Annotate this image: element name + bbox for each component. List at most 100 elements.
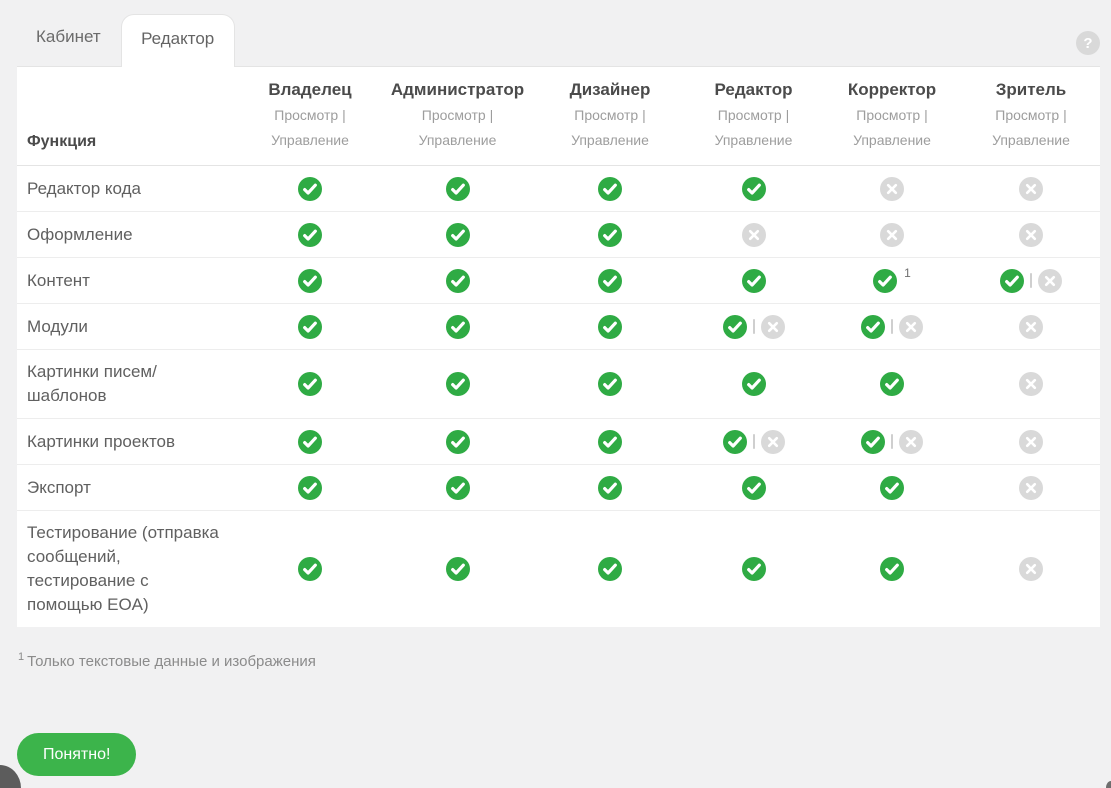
table-row: Картинки проектов xyxy=(17,419,1100,465)
cross-icon xyxy=(899,429,923,454)
table-row: Редактор кода xyxy=(17,166,1100,212)
table-header-row: Функция Владелец Просмотр | Управление А… xyxy=(17,67,1100,166)
check-icon xyxy=(741,475,766,500)
table-body: Редактор кода Оформление Контент 1 Модули Кар… xyxy=(17,166,1100,627)
separator-pipe xyxy=(752,434,755,449)
permission-cell xyxy=(240,314,380,339)
permission-cell xyxy=(685,268,822,293)
cross-icon xyxy=(1019,176,1043,201)
cross-icon xyxy=(741,222,766,247)
role-subtitle: Просмотр | Управление xyxy=(418,106,497,148)
permission-cell xyxy=(822,475,962,500)
permission-cell xyxy=(962,176,1100,201)
permission-cell xyxy=(962,557,1100,581)
check-icon xyxy=(445,176,470,201)
permission-cell xyxy=(685,372,822,396)
permission-cell xyxy=(962,429,1100,454)
separator-pipe xyxy=(891,434,893,449)
permission-cell xyxy=(380,222,535,247)
check-icon xyxy=(741,268,766,293)
permission-cell xyxy=(240,268,380,293)
permission-cell xyxy=(240,429,380,454)
check-icon xyxy=(598,222,622,247)
permission-cell xyxy=(822,222,962,247)
role-subtitle: Просмотр | Управление xyxy=(571,106,649,148)
role-name: Зритель xyxy=(995,79,1067,99)
background-corner-shape-right xyxy=(1106,781,1111,788)
permission-cell xyxy=(535,222,685,247)
got-it-button[interactable]: Понятно! xyxy=(17,733,137,776)
permission-cell: 1 xyxy=(822,266,962,293)
row-label: Картинки проектов xyxy=(27,431,176,451)
permission-cell xyxy=(380,557,535,581)
check-icon xyxy=(598,372,622,396)
role-header-proofreader: Корректор Просмотр | Управление xyxy=(822,78,962,165)
check-icon xyxy=(741,557,766,581)
table-row: Тестирование (отправка сообщений, тестир… xyxy=(17,511,1100,627)
cross-icon xyxy=(760,429,785,454)
row-label: Контент xyxy=(27,270,90,290)
permission-cell xyxy=(685,314,822,339)
cross-icon xyxy=(1019,557,1043,581)
tab-bar: Кабинет Редактор xyxy=(0,0,1111,67)
role-subtitle: Просмотр | Управление xyxy=(992,106,1070,148)
cross-icon xyxy=(899,314,923,339)
role-name: Редактор xyxy=(714,79,793,99)
check-icon xyxy=(445,314,470,339)
permission-cell xyxy=(685,557,822,581)
background-corner-shape xyxy=(0,765,21,788)
cross-icon xyxy=(880,222,904,247)
permission-cell xyxy=(535,176,685,201)
check-icon xyxy=(298,268,322,293)
permission-cell xyxy=(962,314,1100,339)
tab-editor[interactable]: Редактор xyxy=(120,14,235,67)
separator-pipe xyxy=(891,319,893,334)
cross-icon xyxy=(1019,222,1043,247)
check-icon xyxy=(873,268,898,293)
check-icon xyxy=(598,314,622,339)
check-icon xyxy=(722,314,747,339)
footnote-sup: 1 xyxy=(18,651,25,663)
footnote-text: Только текстовые данные и изображения xyxy=(27,653,316,670)
check-icon xyxy=(741,176,766,201)
check-icon xyxy=(445,475,470,500)
table-row: Оформление xyxy=(17,212,1100,258)
permission-cell xyxy=(822,429,962,454)
tab-cabinet-label: Кабинет xyxy=(36,27,101,46)
permission-cell xyxy=(685,475,822,500)
help-icon[interactable]: ? xyxy=(1076,31,1100,55)
row-label: Картинки писем/ шаблонов xyxy=(27,362,157,405)
permission-cell xyxy=(962,475,1100,500)
check-icon xyxy=(1000,268,1024,293)
permission-cell xyxy=(685,429,822,454)
permission-cell xyxy=(535,429,685,454)
check-icon xyxy=(880,372,904,396)
separator-pipe xyxy=(752,319,755,334)
check-icon xyxy=(445,222,470,247)
check-icon xyxy=(741,372,766,396)
table-row: Экспорт xyxy=(17,465,1100,511)
help-icon-glyph: ? xyxy=(1083,34,1093,52)
role-header-designer: Дизайнер Просмотр | Управление xyxy=(535,78,685,165)
role-header-admin: Администратор Просмотр | Управление xyxy=(380,78,535,165)
permission-cell xyxy=(240,176,380,201)
tab-cabinet[interactable]: Кабинет xyxy=(36,14,119,66)
permission-cell xyxy=(535,268,685,293)
table-row: Контент 1 xyxy=(17,258,1100,304)
role-header-editor: Редактор Просмотр | Управление xyxy=(685,78,822,165)
role-header-owner: Владелец Просмотр | Управление xyxy=(240,78,380,165)
function-column-header: Функция xyxy=(27,133,97,150)
footnote: 1 Только текстовые данные и изображения xyxy=(18,651,1111,670)
cross-icon xyxy=(880,176,904,201)
check-icon xyxy=(298,557,322,581)
permission-cell xyxy=(822,372,962,396)
row-label: Тестирование (отправка сообщений, тестир… xyxy=(27,523,219,614)
permission-cell xyxy=(685,222,822,247)
check-icon xyxy=(880,557,904,581)
role-name: Администратор xyxy=(390,79,525,99)
role-subtitle: Просмотр | Управление xyxy=(271,106,349,148)
check-icon xyxy=(298,372,322,396)
check-icon xyxy=(298,176,322,201)
check-icon xyxy=(445,268,470,293)
check-icon xyxy=(298,222,322,247)
